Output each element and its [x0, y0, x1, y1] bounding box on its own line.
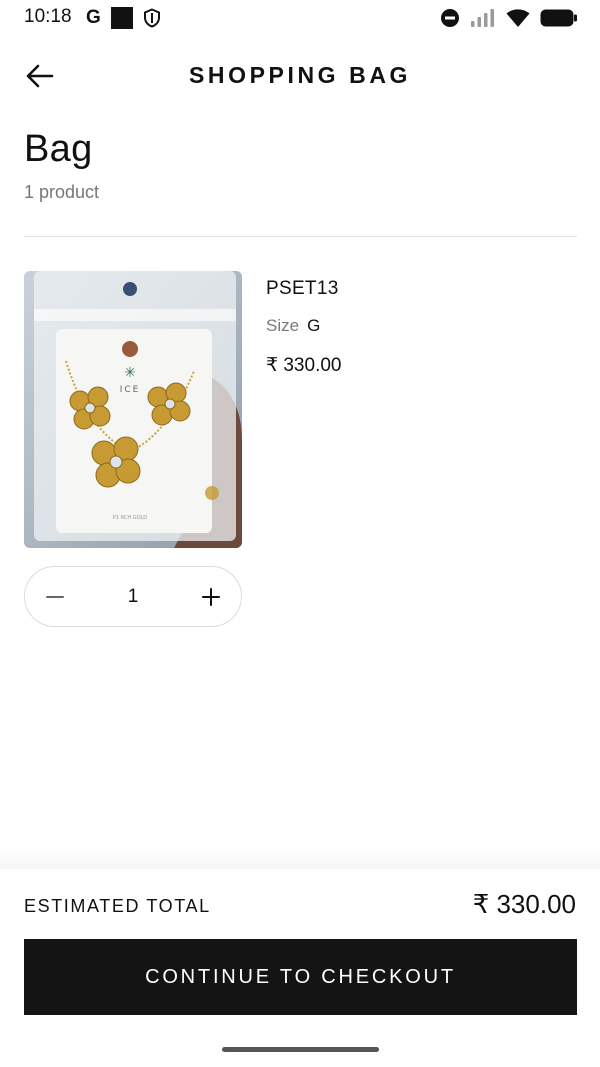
continue-to-checkout-button[interactable]: CONTINUE TO CHECKOUT	[24, 939, 577, 1015]
divider	[24, 236, 577, 237]
wifi-icon	[506, 9, 530, 27]
dnd-icon	[441, 9, 459, 27]
battery-icon	[540, 9, 577, 27]
app-header: SHOPPING BAG	[0, 46, 600, 106]
signal-icon	[471, 9, 494, 27]
svg-text:✳: ✳	[124, 365, 136, 381]
increase-quantity-button[interactable]	[195, 581, 227, 613]
product-name[interactable]: PSET13	[266, 278, 339, 300]
status-right-icons	[440, 7, 578, 29]
size-value: G	[307, 316, 321, 335]
estimated-total-label: ESTIMATED TOTAL	[24, 896, 211, 916]
plus-icon	[202, 588, 220, 606]
size-label: Size	[266, 316, 300, 335]
header-title: SHOPPING BAG	[188, 62, 412, 88]
google-icon: G	[86, 7, 101, 28]
status-left-icons: G	[86, 6, 161, 30]
product-photo: ✳ ICE P1 RCH GOLD	[24, 271, 242, 548]
product-card-text: P1 RCH GOLD	[113, 515, 147, 521]
checkout-footer: ESTIMATED TOTAL ₹ 330.00 CONTINUE TO CHE…	[0, 869, 600, 1067]
page-title: Bag	[24, 128, 93, 170]
estimated-total-value: ₹ 330.00	[472, 889, 576, 919]
shield-icon	[143, 8, 160, 28]
status-bar: 10:18 G	[0, 0, 600, 36]
footer-shadow	[0, 846, 600, 870]
product-price: ₹ 330.00	[266, 355, 342, 376]
product-count: 1 product	[24, 182, 100, 202]
product-brand-text: ICE	[120, 385, 141, 395]
square-icon	[110, 7, 133, 29]
home-indicator[interactable]	[222, 1047, 379, 1052]
product-image[interactable]: ✳ ICE P1 RCH GOLD	[24, 271, 242, 548]
size-row: Size G	[266, 316, 320, 336]
quantity-stepper: 1	[24, 566, 242, 627]
status-time: 10:18	[24, 6, 72, 27]
